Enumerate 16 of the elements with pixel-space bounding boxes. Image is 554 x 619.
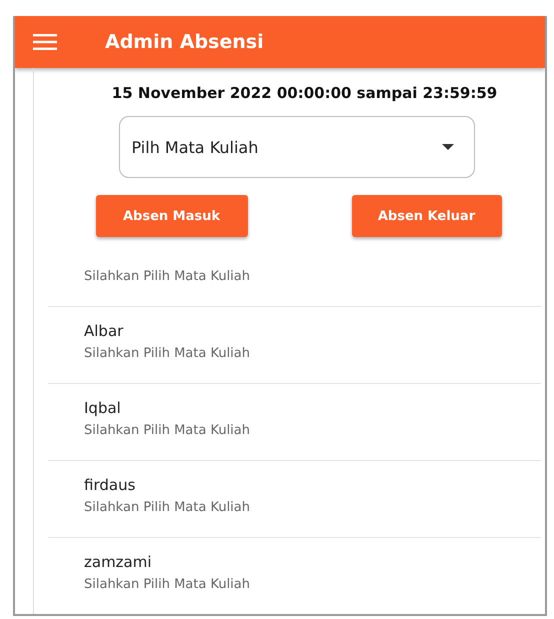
dropdown-caret-icon: [442, 144, 454, 150]
check-out-button[interactable]: Absen Keluar: [352, 195, 502, 237]
student-name: zamzami: [84, 553, 153, 571]
student-name: Iqbal: [84, 399, 122, 417]
date-range: 15 November 2022 00:00:00 sampai 23:59:59: [112, 84, 498, 102]
course-dropdown[interactable]: Pilh Mata Kuliah: [118, 116, 474, 178]
student-name: firdaus: [84, 476, 136, 494]
student-status: Silahkan Pilih Mata Kuliah: [84, 500, 252, 515]
student-status: Silahkan Pilih Mata Kuliah: [84, 269, 252, 284]
student-status: Silahkan Pilih Mata Kuliah: [84, 346, 252, 361]
student-name: Albar: [84, 322, 124, 340]
check-in-button[interactable]: Absen Masuk: [96, 195, 248, 237]
menu-icon[interactable]: [33, 34, 57, 50]
app-title: Admin Absensi: [105, 31, 264, 53]
student-status: Silahkan Pilih Mata Kuliah: [84, 423, 252, 438]
student-status: Silahkan Pilih Mata Kuliah: [84, 577, 252, 592]
